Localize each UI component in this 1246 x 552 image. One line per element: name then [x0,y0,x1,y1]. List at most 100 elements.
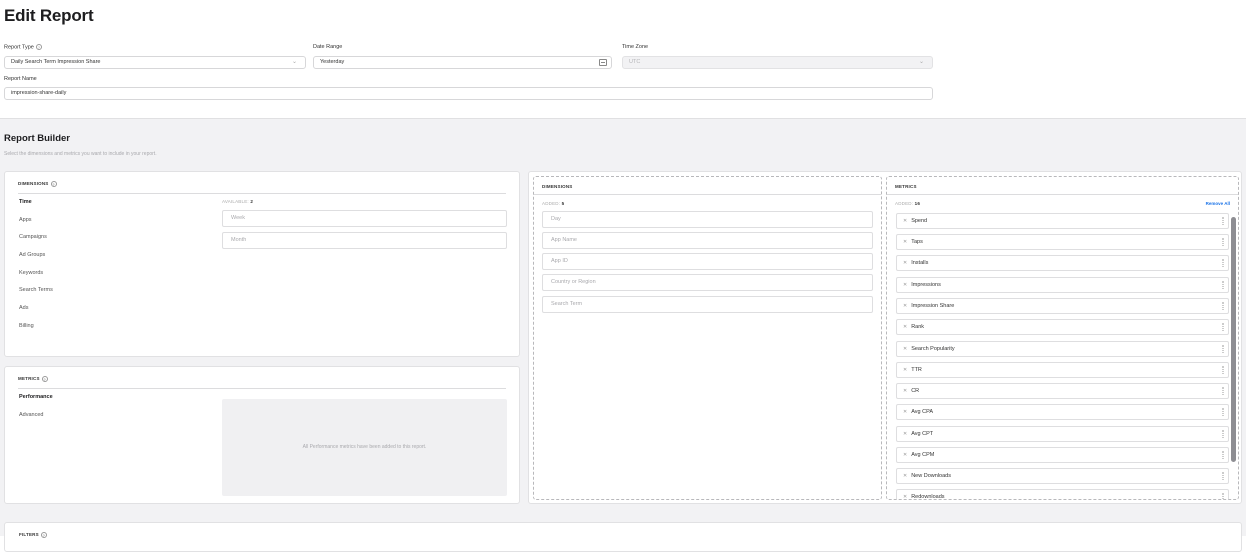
x-icon[interactable]: ✕ [903,218,907,224]
selected-metric-item[interactable]: ✕ Installs [896,255,1229,271]
help-circle-icon[interactable]: ? [50,181,57,187]
drag-handle-icon[interactable] [1222,472,1224,480]
dimension-category-campaigns[interactable]: Campaigns [19,234,47,240]
selected-metric-item[interactable]: ✕ Search Popularity [896,341,1229,357]
selected-dimensions-dropzone[interactable]: DIMENSIONS ADDED: 5 Day App Name App ID … [533,176,882,500]
x-icon[interactable]: ✕ [903,260,907,266]
x-icon[interactable]: ✕ [903,388,907,394]
x-icon[interactable]: ✕ [903,452,907,458]
dimension-category-ads[interactable]: Ads [19,305,28,311]
x-icon[interactable]: ✕ [903,409,907,415]
selected-metric-item[interactable]: ✕ Impression Share [896,298,1229,314]
metric-category-advanced[interactable]: Advanced [19,412,43,418]
selected-metrics-heading: METRICS [895,184,917,189]
chevron-down-icon: ⌄ [291,59,297,65]
report-settings: Edit Report Report Type? Daily Search Te… [0,0,1246,118]
dimension-category-apps[interactable]: Apps [19,217,32,223]
selected-metric-item[interactable]: ✕ Spend [896,213,1229,229]
x-icon[interactable]: ✕ [903,303,907,309]
time-zone-select: UTC ⌄ [622,56,933,69]
chevron-down-icon: ⌄ [918,59,924,65]
drag-handle-icon[interactable] [1222,281,1224,289]
selected-metric-item[interactable]: ✕ Redownloads [896,489,1229,499]
selected-dimension-search-term[interactable]: Search Term [542,296,873,313]
dimension-option-month[interactable]: Month [222,232,507,249]
drag-handle-icon[interactable] [1222,302,1224,310]
selected-metric-item[interactable]: ✕ Avg CPA [896,404,1229,420]
drag-handle-icon[interactable] [1222,430,1224,438]
selected-dimension-app-name[interactable]: App Name [542,232,873,249]
selected-metric-item[interactable]: ✕ CR [896,383,1229,399]
divider [18,193,506,194]
selected-dimension-app-id[interactable]: App ID [542,253,873,270]
x-icon[interactable]: ✕ [903,473,907,479]
divider [18,388,506,389]
dimensions-added-count: ADDED: 5 [542,201,565,206]
selected-metrics-dropzone[interactable]: METRICS ADDED: 16 Remove All ✕ Spend ✕ Tap… [886,176,1239,500]
drag-handle-icon[interactable] [1222,408,1224,416]
selected-metric-item[interactable]: ✕ Avg CPM [896,447,1229,463]
selected-metric-item[interactable]: ✕ Taps [896,234,1229,250]
x-icon[interactable]: ✕ [903,324,907,330]
page-title: Edit Report [4,6,94,25]
drag-handle-icon[interactable] [1222,345,1224,353]
drag-handle-icon[interactable] [1222,217,1224,225]
help-circle-icon[interactable]: ? [35,44,42,50]
dimension-option-week[interactable]: Week [222,210,507,227]
selected-metric-item[interactable]: ✕ Avg CPT [896,426,1229,442]
date-range-label: Date Range [313,44,343,50]
dimension-category-keywords[interactable]: Keywords [19,270,43,276]
selected-metric-item[interactable]: ✕ Rank [896,319,1229,335]
report-builder-subtitle: Select the dimensions and metrics you wa… [4,151,157,157]
date-range-input[interactable]: Yesterday [313,56,612,69]
drag-handle-icon[interactable] [1222,387,1224,395]
help-circle-icon[interactable]: ? [41,376,48,382]
x-icon[interactable]: ✕ [903,346,907,352]
help-circle-icon[interactable]: ? [40,532,47,538]
dimension-category-time[interactable]: Time [19,199,32,205]
metric-category-performance[interactable]: Performance [19,394,53,400]
selected-metric-item[interactable]: ✕ Impressions [896,277,1229,293]
time-zone-label: Time Zone [622,44,649,50]
x-icon[interactable]: ✕ [903,239,907,245]
filters-heading: FILTERS? [19,532,47,538]
report-name-label: Report Name [4,76,37,82]
report-type-select[interactable]: Daily Search Term Impression Share ⌄ [4,56,306,69]
report-builder: Report Builder Select the dimensions and… [0,118,1246,552]
report-type-label: Report Type? [4,44,42,51]
drag-handle-icon[interactable] [1222,493,1224,499]
dimensions-heading: DIMENSIONS? [18,181,57,187]
dimension-category-search-terms[interactable]: Search Terms [19,287,53,293]
dimension-category-billing[interactable]: Billing [19,323,34,329]
report-builder-title: Report Builder [4,133,70,144]
metrics-added-count: ADDED: 16 [895,201,921,206]
divider [887,194,1238,195]
calendar-icon[interactable] [599,59,607,66]
drag-handle-icon[interactable] [1222,259,1224,267]
remove-all-button[interactable]: Remove All [1206,201,1230,206]
metrics-heading: METRICS? [18,376,48,382]
x-icon[interactable]: ✕ [903,431,907,437]
report-name-input[interactable]: impression-share-daily [4,87,933,100]
selected-dimension-day[interactable]: Day [542,211,873,228]
dimension-category-ad-groups[interactable]: Ad Groups [19,252,45,258]
x-icon[interactable]: ✕ [903,282,907,288]
metrics-scrollbar[interactable] [1231,217,1236,462]
metrics-empty-message: All Performance metrics have been added … [222,399,507,496]
selected-metric-item[interactable]: ✕ TTR [896,362,1229,378]
dimensions-panel: DIMENSIONS? Time Apps Campaigns Ad Group… [4,171,520,357]
drag-handle-icon[interactable] [1222,451,1224,459]
x-icon[interactable]: ✕ [903,367,907,373]
divider [534,194,881,195]
selected-dimension-country-or-region[interactable]: Country or Region [542,274,873,291]
metrics-panel: METRICS? Performance Advanced All Perfor… [4,366,520,504]
available-count: AVAILABLE: 2 [222,199,254,204]
selected-dimensions-heading: DIMENSIONS [542,184,573,189]
drag-handle-icon[interactable] [1222,238,1224,246]
selected-metric-item[interactable]: ✕ New Downloads [896,468,1229,484]
x-icon[interactable]: ✕ [903,494,907,499]
drag-handle-icon[interactable] [1222,323,1224,331]
selected-columns: DIMENSIONS ADDED: 5 Day App Name App ID … [528,171,1242,504]
filters-panel: FILTERS? [4,522,1242,552]
drag-handle-icon[interactable] [1222,366,1224,374]
